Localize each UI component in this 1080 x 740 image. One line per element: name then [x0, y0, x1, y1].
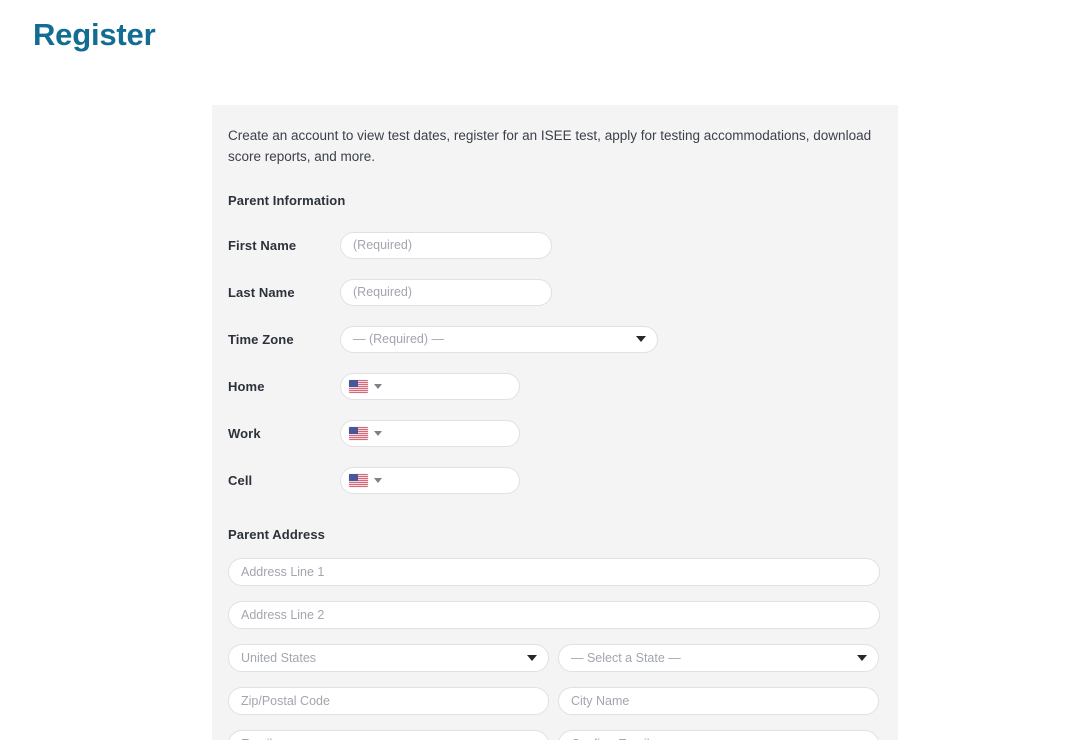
state-select[interactable]: — Select a State — [558, 644, 879, 672]
label-home-phone: Home [228, 379, 340, 394]
address-line2-input[interactable]: Address Line 2 [228, 601, 880, 629]
chevron-down-icon [527, 655, 537, 661]
address-line1-input[interactable]: Address Line 1 [228, 558, 880, 586]
state-selected-value: — Select a State — [571, 652, 681, 665]
time-zone-selected-value: — (Required) — [353, 333, 444, 346]
zip-placeholder: Zip/Postal Code [241, 695, 330, 708]
last-name-placeholder: (Required) [353, 286, 412, 299]
form-content: Create an account to view test dates, re… [228, 125, 882, 740]
field-row-time-zone: Time Zone — (Required) — [228, 316, 882, 362]
field-row-last-name: Last Name (Required) [228, 269, 882, 315]
registration-form-panel: Create an account to view test dates, re… [212, 105, 898, 740]
label-cell-phone: Cell [228, 473, 340, 488]
cell-country-selector[interactable] [349, 474, 382, 487]
field-row-work-phone: Work [228, 410, 882, 456]
first-name-input[interactable]: (Required) [340, 232, 552, 259]
email-input[interactable]: Email [228, 730, 549, 740]
address-line1-placeholder: Address Line 1 [241, 566, 324, 579]
city-placeholder: City Name [571, 695, 629, 708]
cell-phone-input[interactable] [340, 467, 520, 494]
parent-address-heading: Parent Address [228, 527, 882, 542]
page-title: Register [33, 16, 155, 54]
chevron-down-icon [374, 384, 382, 389]
field-row-first-name: First Name (Required) [228, 222, 882, 268]
work-country-selector[interactable] [349, 427, 382, 440]
work-phone-input[interactable] [340, 420, 520, 447]
confirm-email-input[interactable]: Confirm Email [558, 730, 879, 740]
label-time-zone: Time Zone [228, 332, 340, 347]
label-last-name: Last Name [228, 285, 340, 300]
address-line2-row: Address Line 2 [228, 601, 882, 629]
address-line2-placeholder: Address Line 2 [241, 609, 324, 622]
us-flag-icon [349, 380, 368, 393]
chevron-down-icon [374, 431, 382, 436]
country-selected-value: United States [241, 652, 316, 665]
home-phone-input[interactable] [340, 373, 520, 400]
first-name-placeholder: (Required) [353, 239, 412, 252]
chevron-down-icon [857, 655, 867, 661]
us-flag-icon [349, 427, 368, 440]
address-line1-row: Address Line 1 [228, 558, 882, 586]
us-flag-icon [349, 474, 368, 487]
country-select[interactable]: United States [228, 644, 549, 672]
country-state-row: United States — Select a State — [228, 644, 882, 672]
zip-city-row: Zip/Postal Code City Name [228, 687, 882, 715]
city-input[interactable]: City Name [558, 687, 879, 715]
label-first-name: First Name [228, 238, 340, 253]
field-row-home-phone: Home [228, 363, 882, 409]
email-row: Email Confirm Email [228, 730, 882, 740]
home-country-selector[interactable] [349, 380, 382, 393]
chevron-down-icon [374, 478, 382, 483]
field-row-cell-phone: Cell [228, 457, 882, 503]
parent-information-heading: Parent Information [228, 193, 882, 208]
last-name-input[interactable]: (Required) [340, 279, 552, 306]
zip-input[interactable]: Zip/Postal Code [228, 687, 549, 715]
register-page: Register Create an account to view test … [0, 0, 1080, 740]
intro-text: Create an account to view test dates, re… [228, 125, 880, 167]
time-zone-select[interactable]: — (Required) — [340, 326, 658, 353]
chevron-down-icon [636, 336, 646, 342]
label-work-phone: Work [228, 426, 340, 441]
